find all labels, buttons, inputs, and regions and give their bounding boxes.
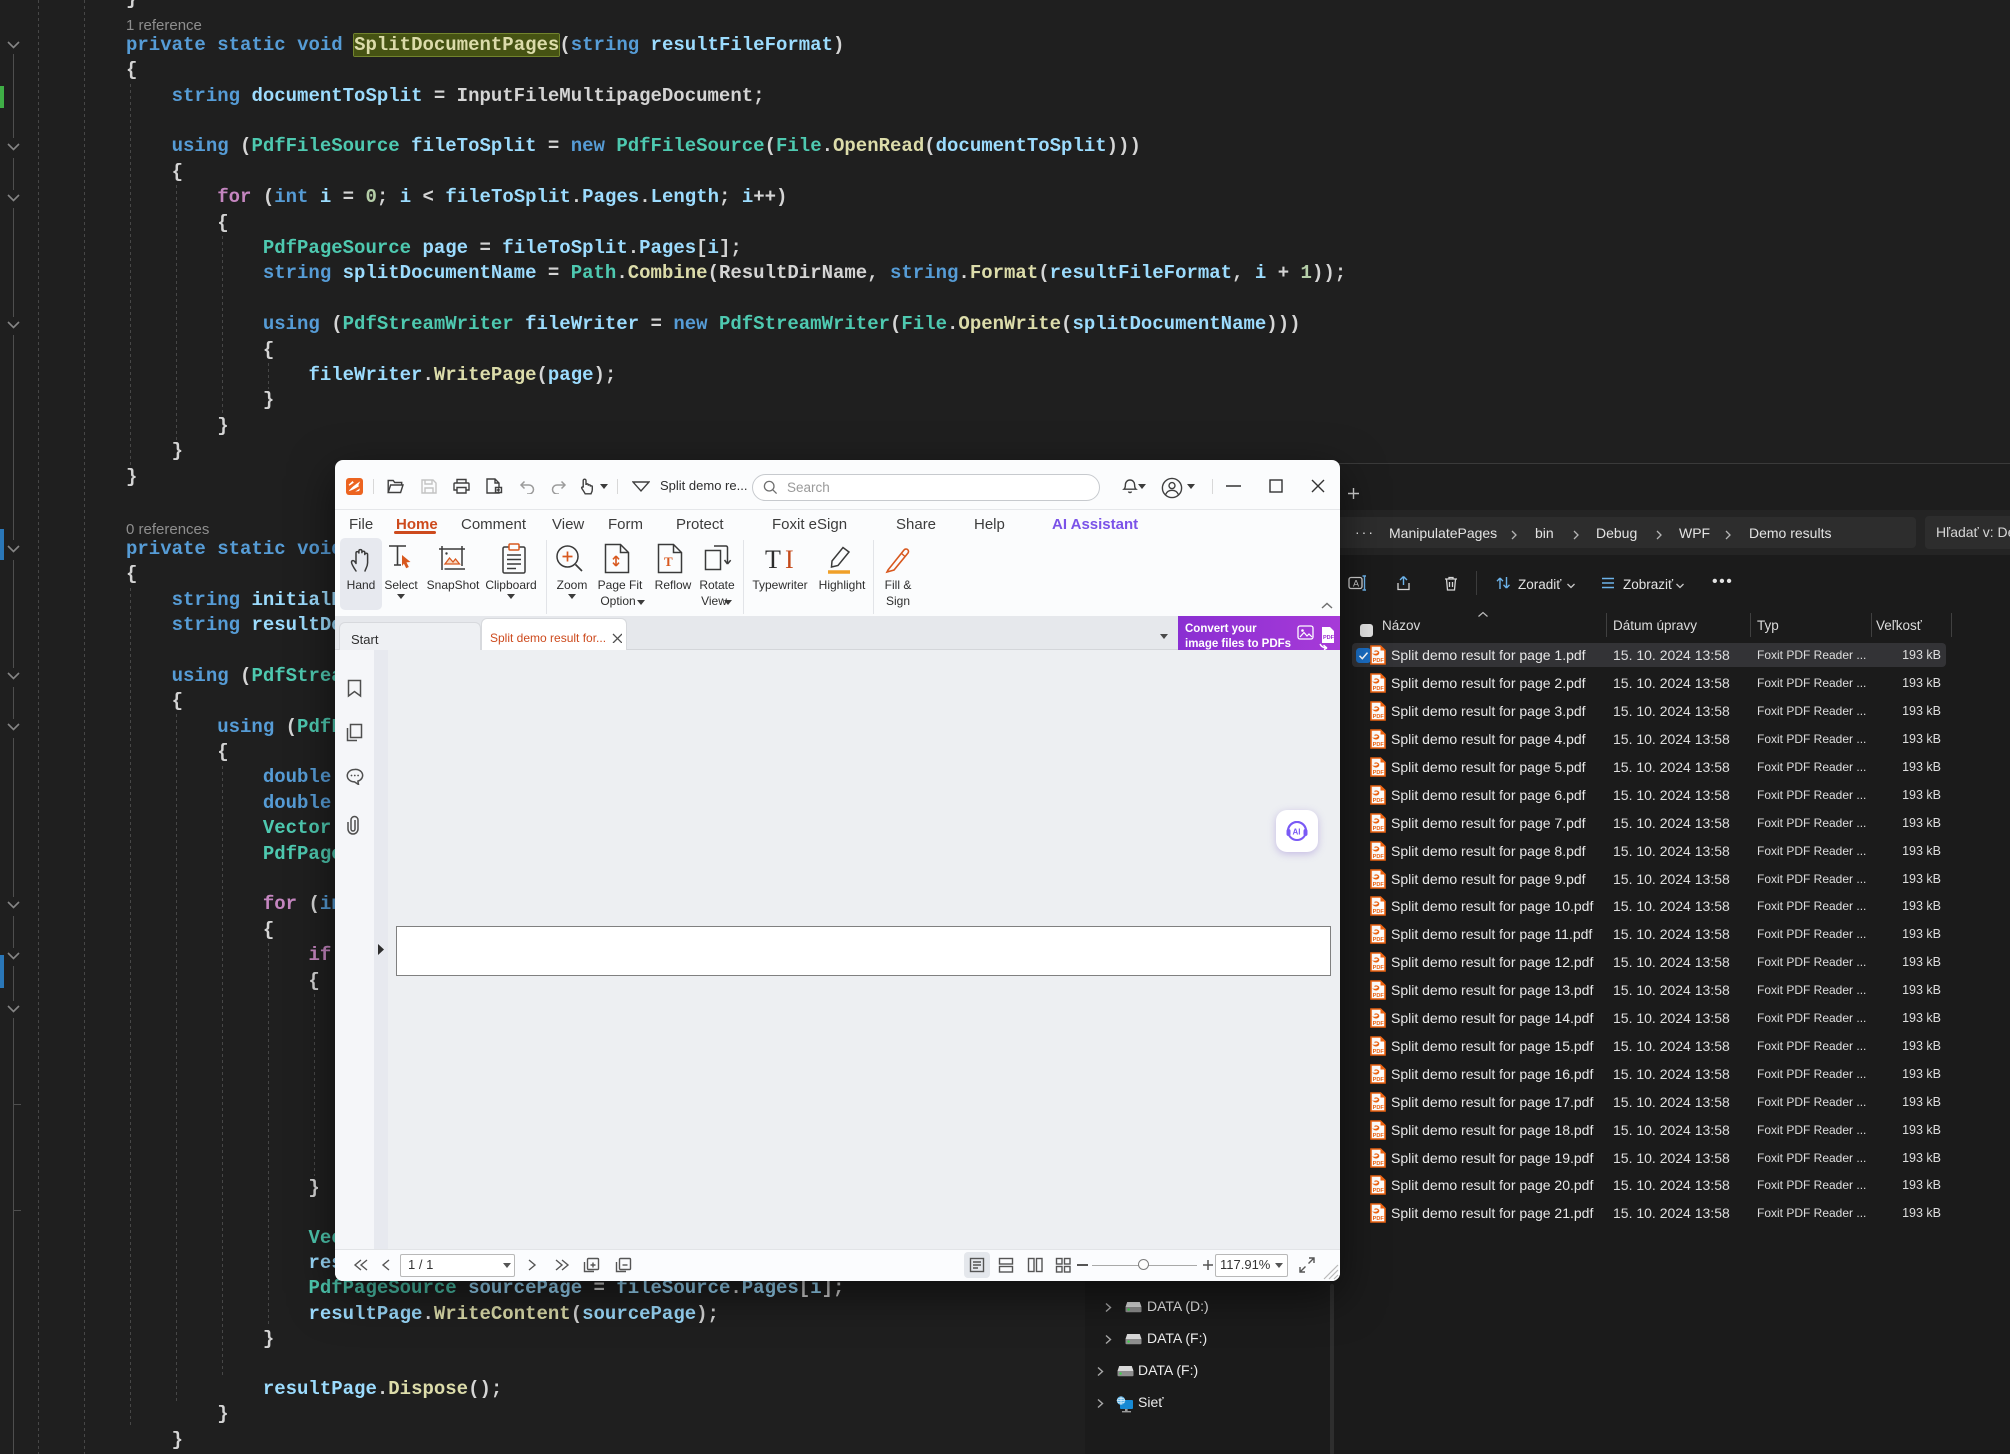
svg-text:PDF: PDF <box>1373 1077 1385 1083</box>
svg-text:PDF: PDF <box>1373 686 1385 692</box>
svg-text:PDF: PDF <box>1373 742 1385 748</box>
svg-text:PDF: PDF <box>1373 854 1385 860</box>
svg-text:I: I <box>785 545 794 573</box>
svg-text:PDF: PDF <box>1373 658 1385 664</box>
svg-text:T: T <box>765 545 781 573</box>
svg-text:PDF: PDF <box>1373 798 1385 804</box>
svg-text:PDF: PDF <box>1373 770 1385 776</box>
svg-text:PDF: PDF <box>1373 1049 1385 1055</box>
svg-text:PDF: PDF <box>1373 965 1385 971</box>
svg-text:PDF: PDF <box>1373 1105 1385 1111</box>
svg-text:PDF: PDF <box>1373 714 1385 720</box>
svg-text:PDF: PDF <box>1373 882 1385 888</box>
svg-text:PDF: PDF <box>1373 1133 1385 1139</box>
svg-text:PDF: PDF <box>1373 1021 1385 1027</box>
svg-text:PDF: PDF <box>1323 635 1335 641</box>
svg-text:PDF: PDF <box>1373 993 1385 999</box>
svg-text:PDF: PDF <box>1373 1188 1385 1194</box>
svg-text:PDF: PDF <box>1373 909 1385 915</box>
svg-text:A: A <box>1353 579 1359 589</box>
svg-text:PDF: PDF <box>1373 937 1385 943</box>
svg-text:PDF: PDF <box>1373 1216 1385 1222</box>
svg-text:AI: AI <box>1293 828 1301 837</box>
svg-text:PDF: PDF <box>1373 1161 1385 1167</box>
svg-text:PDF: PDF <box>1373 826 1385 832</box>
svg-text:T: T <box>664 554 673 569</box>
